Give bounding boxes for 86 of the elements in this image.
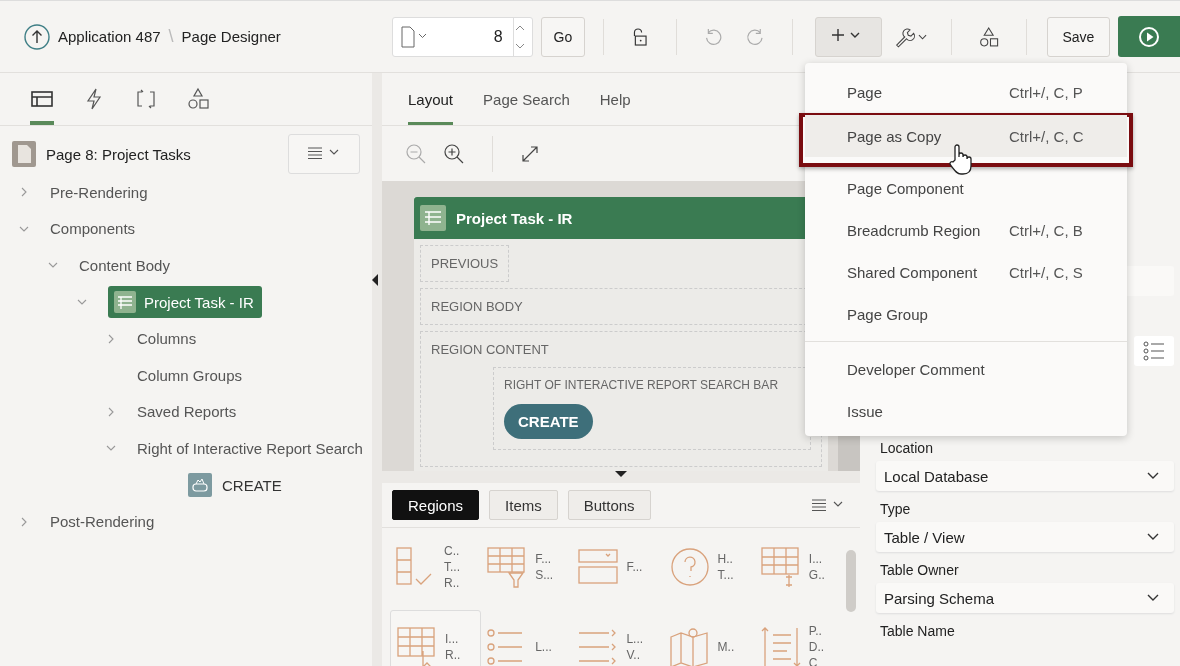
create-button[interactable]: CREATE (504, 404, 593, 439)
chevron-down-icon (1146, 471, 1160, 481)
tree-node[interactable]: Project Task - IR (108, 286, 262, 319)
page-icon (12, 141, 36, 167)
slot-label: REGION CONTENT (431, 342, 550, 357)
tree-node[interactable]: Pre-Rendering (50, 183, 148, 201)
page-icon (399, 25, 429, 48)
property-label: Type (879, 500, 912, 519)
list-view-button[interactable] (1134, 336, 1174, 366)
component-label: T... (444, 559, 460, 575)
shapes-icon[interactable] (978, 24, 1000, 49)
tree-node[interactable]: Columns (137, 330, 197, 348)
component-label: T... (717, 567, 734, 583)
component-label: I... (445, 631, 460, 647)
breadcrumb-link[interactable]: Application 487 (58, 28, 161, 45)
collapse-arrow-icon[interactable] (372, 274, 378, 286)
report-icon (114, 291, 136, 314)
component-label: S... (535, 567, 554, 583)
menu-item[interactable]: Page Ctrl+/, C, P (805, 71, 1127, 113)
gallery-tab[interactable]: Items (489, 490, 558, 520)
tree-node[interactable]: Post-Rendering (50, 513, 155, 531)
layout-tab[interactable]: Layout (408, 91, 454, 125)
component-label: F... (535, 551, 553, 567)
layout-tab[interactable]: Page Search (483, 91, 570, 125)
property-label: Table Owner (879, 561, 960, 580)
chevron-down-icon (1146, 593, 1160, 603)
home-icon[interactable] (24, 23, 50, 50)
drop-slot[interactable]: PREVIOUS (420, 245, 510, 282)
page-selector[interactable]: 8 (392, 16, 533, 57)
keyboard-shortcut: Ctrl+/, C, C (1009, 127, 1084, 145)
select-field[interactable]: Parsing Schema (876, 583, 1174, 613)
add-button[interactable] (814, 16, 882, 57)
page-title[interactable]: Page 8: Project Tasks (46, 145, 278, 163)
slot-label: PREVIOUS (431, 256, 499, 271)
component-label: R.. (444, 575, 460, 591)
tree-node[interactable]: Saved Reports (137, 403, 237, 421)
zoom-in-icon[interactable] (442, 141, 466, 166)
property-label: Location (879, 439, 934, 458)
scrollbar-thumb[interactable] (846, 550, 856, 612)
region-title[interactable]: Project Task - IR (456, 209, 573, 227)
go-button[interactable]: Go (540, 16, 586, 57)
component-label: R.. (445, 647, 461, 663)
select-field[interactable]: Local Database (876, 461, 1174, 491)
component-label: D.. (808, 639, 825, 655)
zoom-out-icon[interactable] (404, 141, 428, 166)
tree-node[interactable]: Content Body (79, 257, 170, 274)
refresh-icon (134, 87, 158, 111)
tree-node[interactable]: Right of Interactive Report Search (137, 439, 363, 457)
menu-item[interactable]: Page as Copy Ctrl+/, C, C (805, 115, 1127, 157)
gallery-tab[interactable]: Regions (392, 490, 480, 520)
report-icon (420, 205, 446, 231)
breadcrumb-link[interactable]: Page Designer (181, 28, 281, 45)
component-label: L... (535, 639, 552, 655)
play-icon (1138, 25, 1160, 48)
component-label: P.. (808, 623, 823, 639)
chevron-down-icon (1146, 532, 1160, 542)
tree-node[interactable]: Column Groups (137, 366, 243, 384)
tree-menu-button[interactable] (288, 134, 360, 174)
component-label: G.. (808, 567, 825, 583)
component-label: I... (808, 551, 824, 567)
component-label: V.. (626, 647, 641, 663)
slot-label: RIGHT OF INTERACTIVE REPORT SEARCH BAR (504, 378, 780, 392)
component-label: C.. (444, 543, 460, 559)
keyboard-shortcut: Ctrl+/, C, P (1009, 83, 1083, 101)
run-button[interactable] (1118, 16, 1180, 57)
tree-node[interactable]: CREATE (222, 476, 282, 494)
button-icon (188, 473, 212, 498)
component-label: L... (626, 631, 644, 647)
tree-node[interactable]: Components (50, 220, 136, 238)
keyboard-shortcut: Ctrl+/, C, B (1009, 221, 1083, 239)
property-label: Table Name (879, 622, 956, 641)
breadcrumb-separator: \ (168, 26, 174, 47)
page-number-field[interactable]: 8 (429, 17, 514, 56)
save-button[interactable]: Save (1046, 16, 1111, 57)
region-card[interactable]: Project Task - IR PREVIOUS REGION BODY REGION CONTENT RIGHT OF INTERACTIVE REPORT SEARCH BAR CREATE (414, 197, 828, 471)
collapse-arrow-icon[interactable] (615, 471, 627, 477)
component-label: H.. (717, 551, 734, 567)
layout-tab[interactable]: Help (599, 91, 631, 125)
keyboard-shortcut: Ctrl+/, C, S (1009, 263, 1083, 281)
select-field[interactable]: Table / View (876, 522, 1174, 552)
slot-label: REGION BODY (431, 299, 524, 314)
shapes-icon (186, 87, 210, 111)
component-label: F... (626, 559, 643, 575)
gallery-tab[interactable]: Buttons (567, 490, 651, 520)
component-label: M.. (717, 639, 735, 655)
list-icon (1142, 341, 1166, 361)
